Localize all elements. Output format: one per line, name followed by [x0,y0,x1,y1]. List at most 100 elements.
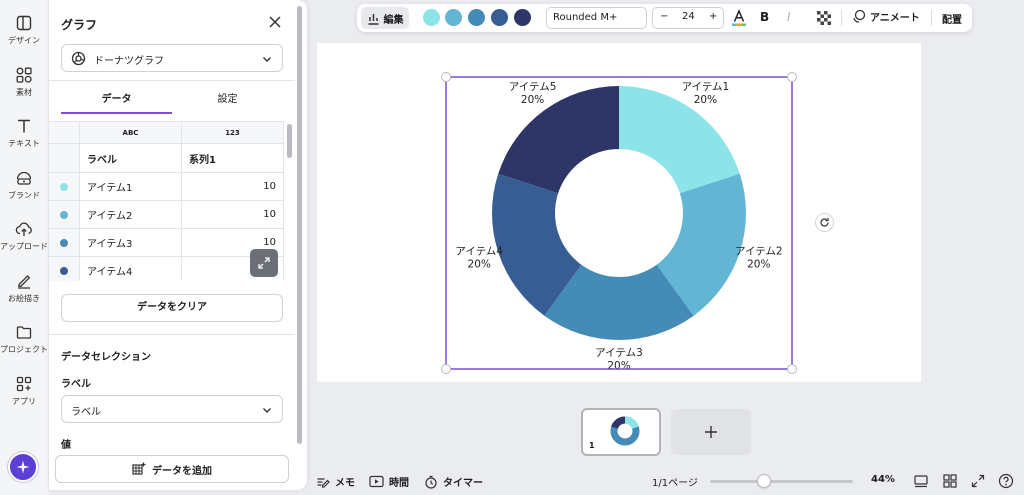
resize-handle[interactable] [441,72,451,82]
close-icon[interactable] [267,14,283,30]
play-box-icon [369,475,384,488]
rotate-handle[interactable] [815,213,834,232]
font-size-value[interactable]: 24 [682,11,695,22]
color-swatch-3[interactable] [468,9,485,26]
label-select-value: ラベル [71,407,101,418]
column-type-number: 123 [182,122,284,143]
plus-icon [705,426,717,438]
data-selection-title: データセレクション [61,352,151,363]
row-value-cell[interactable]: 10 [182,173,284,200]
table-row: アイテム4 10 [49,257,284,281]
chart-edit-icon [368,13,378,25]
italic-button[interactable]: I [787,10,791,24]
page-indicator[interactable]: 1/1ページ [652,474,698,489]
magic-assistant-button[interactable] [8,452,38,482]
rail-item-design[interactable]: デザイン [0,14,48,46]
rail-item-apps[interactable]: アプリ [0,375,48,407]
chevron-down-icon [263,408,271,413]
add-table-icon [132,462,146,475]
add-page-button[interactable] [671,409,751,455]
series-color-dot [60,210,68,219]
slice-percent-label: 20% [607,360,630,372]
resize-handle[interactable] [441,364,451,374]
rail-item-elements[interactable]: 素材 [0,66,48,98]
help-icon[interactable] [998,473,1014,489]
chart-type-select[interactable]: ドーナツグラフ [61,44,283,72]
duration-button[interactable]: 時間 [369,474,409,489]
label-select[interactable]: ラベル [61,395,283,423]
animate-button[interactable]: アニメート [851,9,920,24]
increase-font-size-button[interactable]: + [709,11,717,22]
row-label-cell[interactable]: アイテム3 [80,229,182,256]
slice-category-label: アイテム5 [509,81,557,93]
upload-icon [15,222,32,236]
timer-button[interactable]: タイマー [424,474,483,489]
donut-slice[interactable] [498,86,619,194]
expand-grid-button[interactable] [250,249,278,277]
edit-chart-button[interactable]: 編集 [361,7,409,29]
folder-icon [16,326,32,339]
slice-percent-label: 20% [521,94,544,106]
slice-category-label: アイテム2 [735,245,783,257]
row-value-cell[interactable]: 10 [182,201,284,228]
panel-scrollbar[interactable] [297,6,302,444]
zoom-slider-track[interactable] [710,480,853,483]
font-family-select[interactable]: Rounded M+ [546,7,647,29]
fullscreen-icon[interactable] [970,473,986,489]
table-row: アイテム3 10 [49,229,284,257]
edit-label: 編集 [383,14,404,26]
color-swatch-5[interactable] [514,9,531,26]
elements-icon [16,67,32,83]
toolbar-separator [841,10,842,26]
table-row: アイテム1 10 [49,173,284,201]
decrease-font-size-button[interactable]: − [660,11,668,22]
panel-tabs: データ 設定 [49,88,295,116]
resize-handle[interactable] [787,364,797,374]
slice-category-label: アイテム4 [455,245,503,257]
rail-item-projects[interactable]: プロジェクト [0,323,48,355]
slice-category-label: アイテム1 [682,81,730,93]
tab-settings[interactable]: 設定 [172,88,283,112]
animate-label: アニメート [870,13,920,24]
chart-type-value: ドーナツグラフ [94,56,164,67]
position-button[interactable]: 配置 [942,11,962,26]
pages-view-icon[interactable] [913,473,929,489]
donut-chart[interactable]: アイテム120%アイテム220%アイテム320%アイテム420%アイテム520% [317,43,921,382]
series-color-dot [60,238,68,247]
color-swatch-4[interactable] [491,9,508,26]
timer-label: タイマー [443,478,483,489]
page-thumbnail[interactable]: 1 [581,408,661,456]
tab-data[interactable]: データ [61,88,172,114]
row-label-cell[interactable]: アイテム2 [80,201,182,228]
layout-icon [16,15,32,31]
zoom-value[interactable]: 44% [871,474,895,485]
notes-button[interactable]: メモ [316,474,355,489]
row-label-cell[interactable]: アイテム1 [80,173,182,200]
value-section-title: 値 [61,440,71,451]
resize-handle[interactable] [787,72,797,82]
grid-scrollbar[interactable] [287,124,292,158]
rail-item-label: アプリ [12,397,36,406]
rail-item-text[interactable]: テキスト [0,117,48,149]
color-swatch-1[interactable] [423,9,440,26]
text-color-icon[interactable] [731,9,747,27]
grid-view-icon[interactable] [942,473,958,489]
divider [49,334,295,335]
rail-item-upload[interactable]: アップロード [0,220,48,252]
divider [49,80,295,81]
rail-item-draw[interactable]: お絵描き [0,272,48,304]
clear-data-button[interactable]: データをクリア [61,294,283,322]
apps-icon [16,376,32,392]
add-data-button[interactable]: データを追加 [55,455,289,483]
row-label-cell[interactable]: アイテム4 [80,257,182,281]
bold-button[interactable]: B [760,10,769,24]
color-swatch-2[interactable] [445,9,462,26]
donut-slice[interactable] [619,86,740,194]
transparency-icon[interactable] [817,11,831,25]
column-header-series[interactable]: 系列1 [182,144,284,172]
column-header-label[interactable]: ラベル [80,144,182,172]
rail-item-brand[interactable]: ブランド [0,169,48,201]
zoom-slider-knob[interactable] [757,474,772,488]
add-data-label: データを追加 [152,465,212,477]
notes-label: メモ [335,478,355,489]
